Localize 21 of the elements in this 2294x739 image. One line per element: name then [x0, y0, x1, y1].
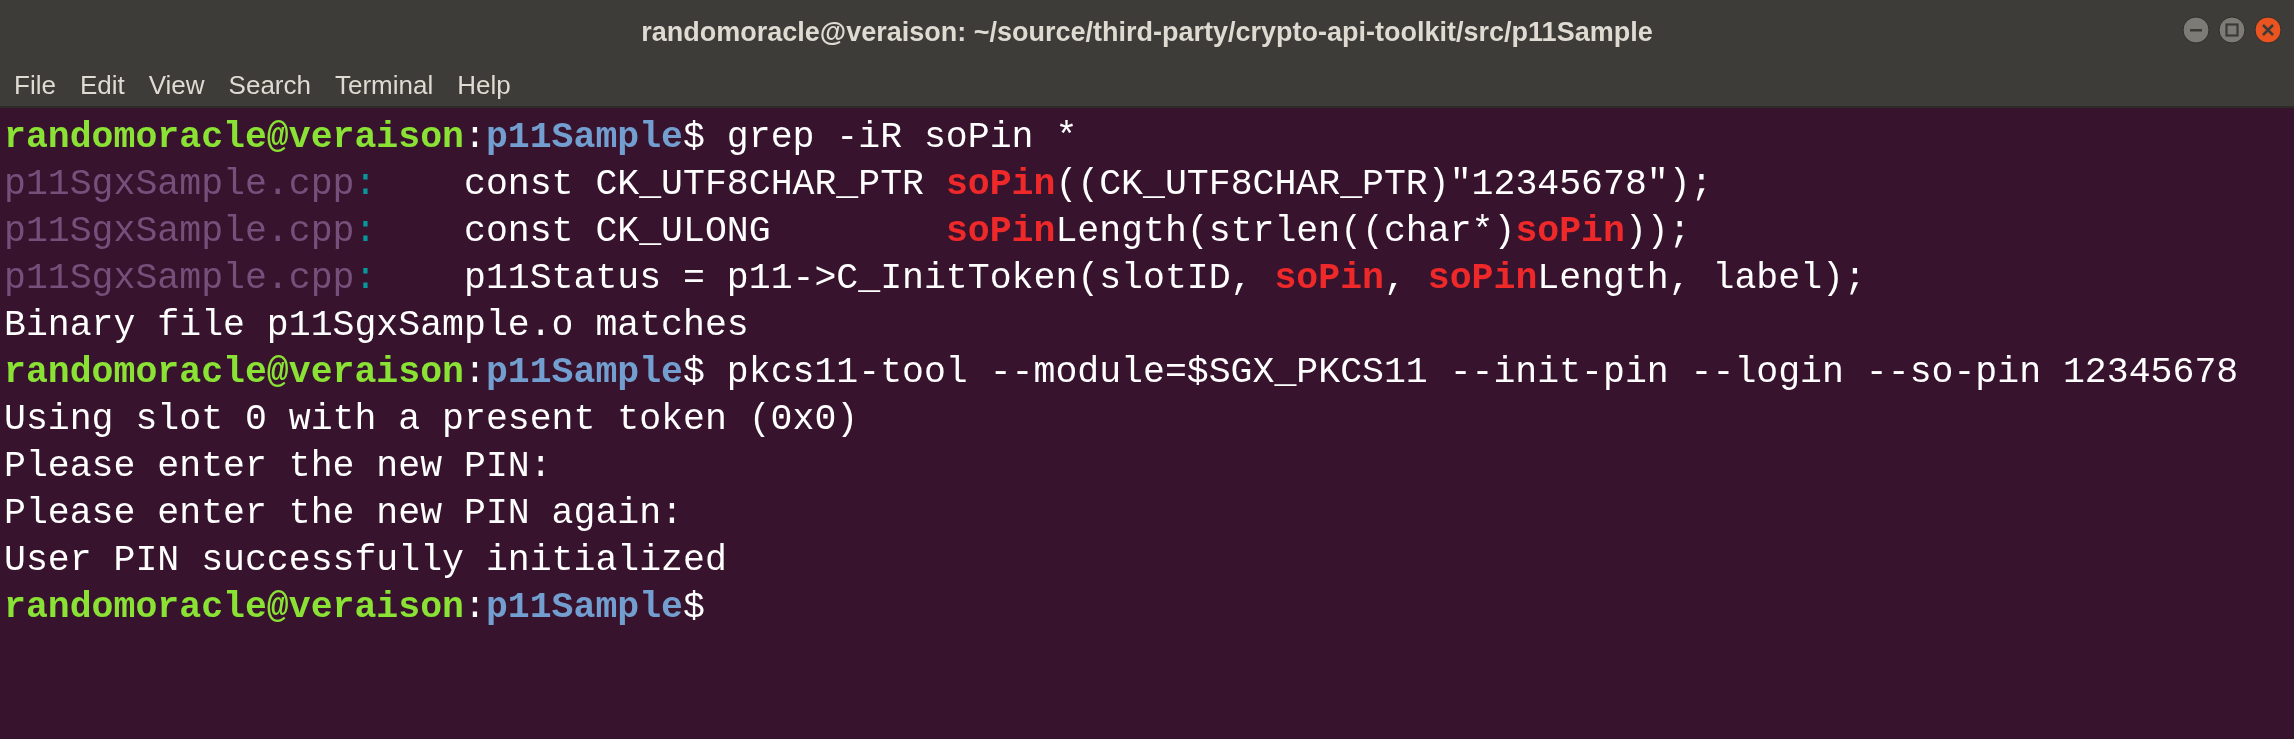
window-title: randomoracle@veraison: ~/source/third-party/crypto-api-toolkit/src/p11Sample — [641, 15, 1653, 49]
terminal-line: User PIN successfully initialized — [4, 539, 727, 583]
menu-item[interactable]: Help — [445, 65, 523, 105]
menu-item[interactable]: Search — [216, 65, 323, 105]
menu-item[interactable]: File — [2, 65, 68, 105]
terminal-line: randomoracle@veraison:p11Sample$ grep -iR soPin * — [4, 116, 1078, 160]
maximize-icon[interactable] — [2218, 16, 2246, 44]
terminal-line: Please enter the new PIN again: — [4, 492, 683, 536]
terminal-line: randomoracle@veraison:p11Sample$ — [4, 586, 705, 630]
close-icon[interactable] — [2254, 16, 2282, 44]
menu-item[interactable]: View — [136, 65, 217, 105]
terminal-line: p11SgxSample.cpp: p11Status = p11->C_InitToken(slotID, soPin, soPinLength, label); — [4, 257, 1866, 301]
terminal-line: Binary file p11SgxSample.o matches — [4, 304, 749, 348]
terminal-line: Please enter the new PIN: — [4, 445, 552, 489]
menu-item[interactable]: Terminal — [323, 65, 446, 105]
terminal-line: p11SgxSample.cpp: const CK_UTF8CHAR_PTR soPin((CK_UTF8CHAR_PTR)"12345678"); — [4, 163, 1713, 207]
terminal-line: Using slot 0 with a present token (0x0) — [4, 398, 859, 442]
menu-item[interactable]: Edit — [67, 65, 137, 105]
terminal-line: p11SgxSample.cpp: const CK_ULONG soPinLength(strlen((char*)soPin)); — [4, 210, 1691, 254]
terminal-line: randomoracle@veraison:p11Sample$ pkcs11-tool --module=$SGX_PKCS11 --init-pin --login --so-pin 12345678 — [4, 351, 2239, 395]
minimize-icon[interactable] — [2182, 16, 2210, 44]
